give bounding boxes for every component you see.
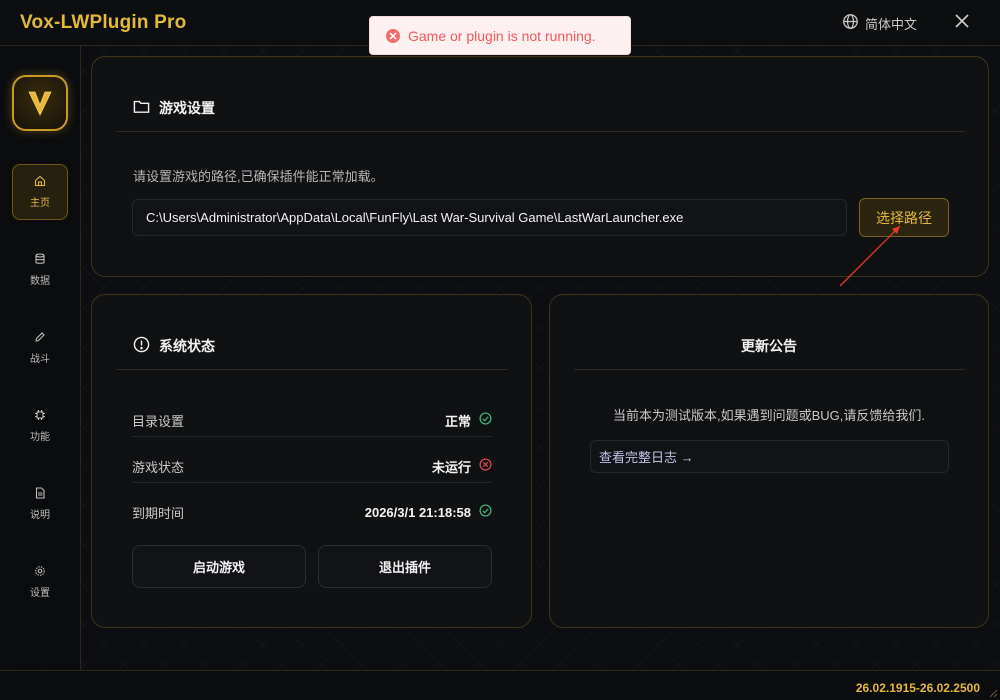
divider	[116, 369, 508, 370]
sidebar-item-label: 设置	[30, 588, 50, 599]
sidebar-item-label: 说明	[30, 510, 50, 521]
row-divider	[132, 436, 492, 437]
error-toast: Game or plugin is not running.	[369, 16, 631, 55]
status-text: 2026/3/1 21:18:58	[364, 504, 471, 520]
app-title: Vox-LWPlugin Pro	[20, 12, 187, 33]
language-selector[interactable]: 简体中文	[842, 13, 917, 33]
system-status-title: 系统状态	[159, 338, 215, 354]
chip-icon	[34, 409, 46, 424]
sidebar-item-settings[interactable]: 设置	[12, 554, 68, 610]
check-circle-icon	[479, 504, 492, 520]
status-label: 游戏状态	[132, 459, 185, 475]
status-value: 未运行	[432, 457, 492, 476]
status-text: 未运行	[431, 459, 471, 475]
sidebar-item-features[interactable]: 功能	[12, 398, 68, 454]
close-button[interactable]	[951, 12, 973, 34]
status-row-directory: 目录设置 正常	[132, 409, 492, 431]
document-icon	[34, 487, 46, 502]
row-divider	[132, 482, 492, 483]
sidebar-item-label: 数据	[30, 276, 50, 287]
close-icon	[955, 13, 969, 33]
x-circle-icon	[479, 458, 492, 474]
sidebar-item-guide[interactable]: 说明	[12, 476, 68, 532]
sidebar-item-home[interactable]: 主页	[12, 164, 68, 220]
language-label: 简体中文	[865, 16, 918, 32]
check-circle-icon	[479, 412, 492, 428]
start-game-button[interactable]: 启动游戏	[132, 545, 306, 588]
home-icon	[34, 175, 46, 190]
pen-icon	[34, 331, 46, 346]
sidebar-item-label: 战斗	[30, 354, 50, 365]
game-settings-header: 游戏设置	[133, 98, 215, 118]
sidebar-item-label: 主页	[30, 198, 50, 209]
sidebar-item-label: 功能	[30, 432, 50, 443]
status-row-expiry: 到期时间 2026/3/1 21:18:58	[132, 501, 492, 523]
game-path-input[interactable]	[132, 199, 847, 236]
view-full-log-link[interactable]: 查看完整日志 →	[590, 440, 949, 473]
globe-icon	[842, 13, 859, 33]
status-bar: 26.02.1915-26.02.2500	[0, 670, 1000, 700]
divider	[574, 369, 965, 370]
gear-icon	[34, 565, 46, 580]
resize-grip-icon[interactable]	[988, 688, 998, 698]
divider	[116, 131, 965, 132]
status-label: 目录设置	[132, 413, 185, 429]
app-window: Vox-LWPlugin Pro 简体中文 Game or plugin is …	[0, 0, 1000, 700]
status-value: 正常	[445, 411, 492, 430]
announcement-header: 更新公告	[549, 336, 989, 356]
toast-message: Game or plugin is not running.	[408, 27, 596, 44]
annotation-arrow	[839, 225, 901, 287]
version-label: 26.02.1915-26.02.2500	[855, 681, 980, 695]
database-icon	[34, 253, 46, 268]
announcement-title: 更新公告	[741, 338, 797, 354]
app-logo	[12, 75, 68, 131]
sidebar-item-battle[interactable]: 战斗	[12, 320, 68, 376]
folder-icon	[133, 99, 150, 117]
status-text: 正常	[444, 413, 471, 429]
system-status-header: 系统状态	[133, 336, 215, 356]
game-path-description: 请设置游戏的路径,已确保插件能正常加载。	[133, 169, 384, 184]
status-label: 到期时间	[132, 505, 185, 521]
announcement-text: 当前本为测试版本,如果遇到问题或BUG,请反馈给我们.	[612, 408, 925, 423]
error-icon	[386, 28, 400, 43]
alert-circle-icon	[133, 336, 150, 356]
sidebar-item-data[interactable]: 数据	[12, 242, 68, 298]
exit-plugin-button[interactable]: 退出插件	[318, 545, 492, 588]
status-row-game: 游戏状态 未运行	[132, 455, 492, 477]
status-value: 2026/3/1 21:18:58	[365, 504, 492, 520]
game-settings-title: 游戏设置	[159, 100, 215, 116]
